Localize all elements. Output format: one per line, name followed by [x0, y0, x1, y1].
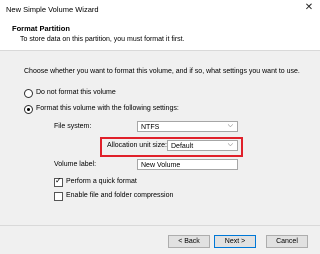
radio-format-volume-label: Format this volume with the following se…	[36, 105, 179, 112]
page-subtitle: To store data on this partition, you mus…	[20, 36, 185, 43]
wizard-footer: < Back Next > Cancel	[0, 225, 320, 254]
file-system-label: File system:	[54, 123, 92, 130]
compression-label: Enable file and folder compression	[66, 192, 174, 199]
next-button[interactable]: Next >	[214, 235, 256, 248]
instructions-text: Choose whether you want to format this v…	[24, 68, 300, 75]
volume-label-input[interactable]: New Volume	[137, 159, 238, 170]
radio-do-not-format[interactable]	[24, 89, 33, 98]
back-button[interactable]: < Back	[168, 235, 210, 248]
allocation-unit-select[interactable]: Default ⌵	[167, 140, 238, 151]
compression-checkbox[interactable]	[54, 192, 63, 201]
allocation-unit-label: Allocation unit size:	[107, 142, 167, 149]
close-icon[interactable]: ✕	[304, 3, 314, 13]
allocation-unit-value: Default	[171, 142, 194, 150]
window-title: New Simple Volume Wizard	[6, 5, 99, 14]
volume-label-value: New Volume	[141, 161, 181, 169]
radio-format-volume[interactable]	[24, 105, 33, 114]
file-system-value: NTFS	[141, 123, 160, 131]
radio-do-not-format-label: Do not format this volume	[36, 89, 116, 96]
volume-label-label: Volume label:	[54, 161, 97, 168]
file-system-select[interactable]: NTFS ⌵	[137, 121, 238, 132]
wizard-header: Format Partition To store data on this p…	[0, 18, 320, 51]
chevron-down-icon: ⌵	[227, 141, 233, 148]
quick-format-checkbox[interactable]	[54, 176, 63, 187]
title-bar: New Simple Volume Wizard ✕	[0, 0, 320, 18]
page-title: Format Partition	[12, 24, 70, 33]
cancel-button[interactable]: Cancel	[266, 235, 308, 248]
chevron-down-icon: ⌵	[227, 122, 233, 129]
quick-format-label: Perform a quick format	[66, 178, 137, 185]
wizard-window: New Simple Volume Wizard ✕ Format Partit…	[0, 0, 320, 254]
